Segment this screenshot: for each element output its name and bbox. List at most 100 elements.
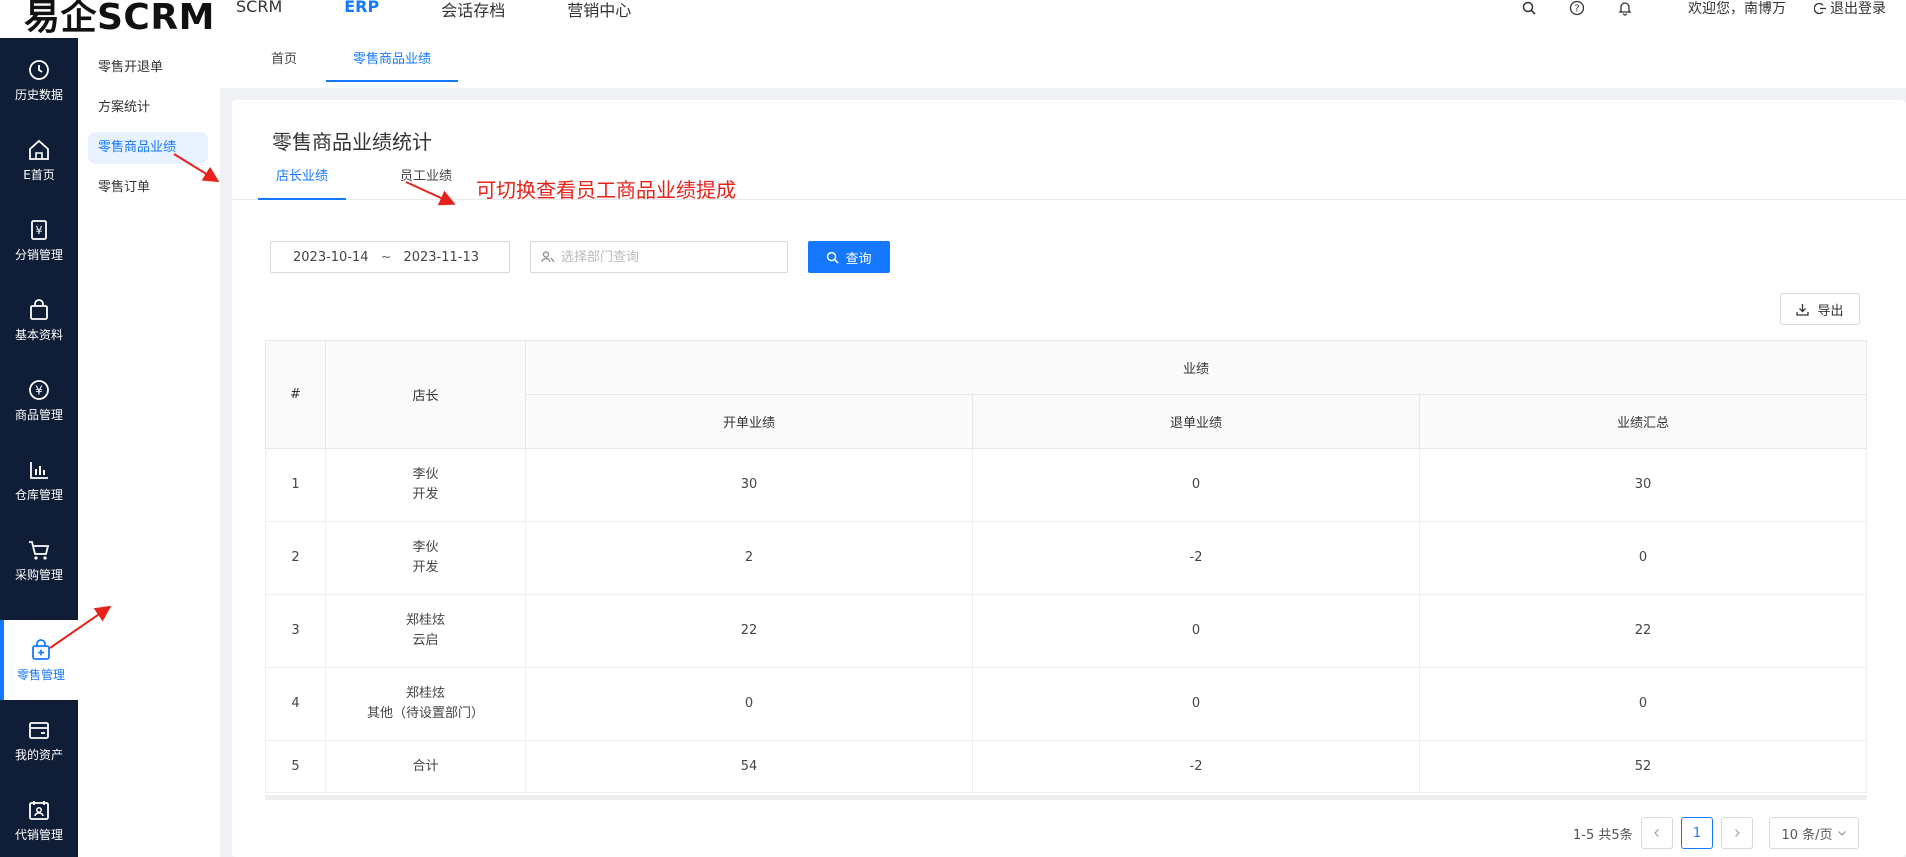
page-size-select[interactable]: 10 条/页 xyxy=(1769,817,1859,849)
department-search-input[interactable] xyxy=(561,249,771,265)
table-row: 3 郑桂炫 云启 22 0 22 xyxy=(265,594,1867,668)
top-nav-scrm[interactable]: SCRM xyxy=(236,0,282,21)
cell-manager: 郑桂炫其他（待设置部门） xyxy=(325,667,526,741)
cell-manager: 郑桂炫 云启 xyxy=(325,594,526,668)
header-index: # xyxy=(265,340,326,449)
export-button[interactable]: 导出 xyxy=(1780,293,1860,325)
manager-name: 郑桂炫 xyxy=(405,686,445,701)
calendar-user-icon xyxy=(29,800,49,820)
sidebar-item-warehouse[interactable]: 仓库管理 xyxy=(0,440,78,520)
manager-name: 李伙 xyxy=(412,467,439,482)
query-label: 查询 xyxy=(845,251,872,267)
cell-manager: 李伙 开发 xyxy=(325,521,526,595)
submenu-item-plan-stats[interactable]: 方案统计 xyxy=(88,92,208,124)
sidebar-item-retail[interactable]: 零售管理 xyxy=(0,620,78,700)
submenu-item-retail-orders[interactable]: 零售订单 xyxy=(88,172,208,204)
manager-name: 郑桂炫 xyxy=(405,613,445,628)
chevron-down-icon xyxy=(1837,831,1846,836)
sidebar-item-assets[interactable]: 我的资产 xyxy=(0,700,78,780)
sidebar-item-distribution[interactable]: ¥ 分销管理 xyxy=(0,200,78,280)
sidebar-label: 仓库管理 xyxy=(14,487,63,502)
cell-refund: -2 xyxy=(972,740,1420,793)
date-separator: ~ xyxy=(380,249,392,265)
page-title: 零售商品业绩统计 xyxy=(272,130,432,154)
date-end: 2023-11-13 xyxy=(403,249,480,265)
yen-circle-icon: ¥ xyxy=(29,379,49,400)
cell-open: 2 xyxy=(525,521,973,595)
tab-employee-performance[interactable]: 员工业绩 xyxy=(382,162,470,200)
cell-refund: 0 xyxy=(972,667,1420,741)
cell-open: 22 xyxy=(525,594,973,668)
cell-open: 54 xyxy=(525,740,973,793)
bell-icon[interactable] xyxy=(1616,0,1634,17)
bag-icon xyxy=(30,298,48,320)
cell-total: 52 xyxy=(1419,740,1867,793)
cell-refund: -2 xyxy=(972,521,1420,595)
table-row: 4 郑桂炫 其他（待设置部门） 0 0 0 xyxy=(265,667,1867,741)
sidebar-item-products[interactable]: ¥ 商品管理 xyxy=(0,360,78,440)
logout-link[interactable]: 退出登录 xyxy=(1814,0,1886,18)
app-root: 易企SCRM SCRM ERP 会话存档 营销中心 ? 欢迎您，南博万 退出登录 xyxy=(0,0,1906,857)
submenu-item-retail-open-refund[interactable]: 零售开退单 xyxy=(88,52,208,84)
sidebar-label: 基本资料 xyxy=(14,327,63,342)
top-bar: 易企SCRM SCRM ERP 会话存档 营销中心 ? 欢迎您，南博万 退出登录 xyxy=(0,0,1906,38)
pagination-total: 1-5 共5条 xyxy=(1573,828,1633,843)
main-sidebar: 历史数据 E首页 ¥ 分销管理 基本资料 ¥ 商品管理 仓库管理 采购管理 零售… xyxy=(0,38,78,857)
sidebar-label: 分销管理 xyxy=(14,247,63,262)
top-nav-erp[interactable]: ERP xyxy=(344,0,379,21)
cell-total: 0 xyxy=(1419,667,1867,741)
search-icon[interactable] xyxy=(1520,0,1538,17)
cell-open: 30 xyxy=(525,448,973,522)
date-range-picker[interactable]: 2023-10-14 ~ 2023-11-13 xyxy=(270,241,510,273)
tab-home[interactable]: 首页 xyxy=(264,38,304,82)
pagination-prev-button[interactable] xyxy=(1641,817,1673,849)
sidebar-item-e-home[interactable]: E首页 xyxy=(0,120,78,200)
cell-refund: 0 xyxy=(972,594,1420,668)
sidebar-item-basic-data[interactable]: 基本资料 xyxy=(0,280,78,360)
download-icon xyxy=(1796,303,1810,316)
top-nav-marketing[interactable]: 营销中心 xyxy=(567,0,631,21)
department-filter[interactable] xyxy=(530,241,788,273)
cell-total: 30 xyxy=(1419,448,1867,522)
cell-index: 5 xyxy=(265,740,326,793)
query-button[interactable]: 查询 xyxy=(808,241,890,273)
app-logo: 易企SCRM xyxy=(24,0,215,38)
header-performance-group: 业绩 xyxy=(525,340,1867,395)
manager-dept: 云启 xyxy=(412,633,439,648)
sidebar-label: 采购管理 xyxy=(14,567,63,582)
header-manager: 店长 xyxy=(325,340,526,449)
table-row: 2 李伙 开发 2 -2 0 xyxy=(265,521,1867,595)
cell-manager: 李伙 开发 xyxy=(325,448,526,522)
logout-icon xyxy=(1814,2,1826,14)
cell-index: 2 xyxy=(265,521,326,595)
top-nav-session-archive[interactable]: 会话存档 xyxy=(441,0,505,21)
home-icon xyxy=(29,139,49,160)
wallet-icon xyxy=(29,721,49,739)
date-start: 2023-10-14 xyxy=(293,249,369,265)
sidebar-label: E首页 xyxy=(23,167,55,182)
pagination-next-button[interactable] xyxy=(1721,817,1753,849)
header-total-performance: 业绩汇总 xyxy=(1419,394,1867,449)
table-row-total: 5 合计 54 -2 52 xyxy=(265,740,1867,793)
tab-manager-performance[interactable]: 店长业绩 xyxy=(258,162,346,200)
cell-open: 0 xyxy=(525,667,973,741)
sidebar-item-consignment[interactable]: 代销管理 xyxy=(0,780,78,857)
help-icon[interactable]: ? xyxy=(1568,0,1586,17)
sidebar-item-purchase[interactable]: 采购管理 xyxy=(0,520,78,600)
page-size-label: 10 条/页 xyxy=(1781,827,1833,843)
sidebar-item-history[interactable]: 历史数据 xyxy=(0,40,78,120)
submenu-item-retail-product-performance[interactable]: 零售商品业绩 xyxy=(88,132,208,164)
clock-icon xyxy=(29,59,49,80)
header-open-performance: 开单业绩 xyxy=(525,394,973,449)
bar-chart-icon xyxy=(30,461,48,479)
svg-text:¥: ¥ xyxy=(36,224,43,237)
sidebar-label: 代销管理 xyxy=(14,827,63,842)
sidebar-label: 历史数据 xyxy=(14,87,63,102)
tab-retail-product-performance[interactable]: 零售商品业绩 xyxy=(326,38,458,82)
chevron-left-icon xyxy=(1654,829,1659,837)
pagination-page-1[interactable]: 1 xyxy=(1681,817,1713,849)
secondary-menu: 零售开退单 方案统计 零售商品业绩 零售订单 xyxy=(78,38,220,857)
table-scrollbar[interactable] xyxy=(265,795,1867,800)
search-icon xyxy=(827,251,840,264)
manager-dept: 其他（待设置部门） xyxy=(366,706,484,721)
